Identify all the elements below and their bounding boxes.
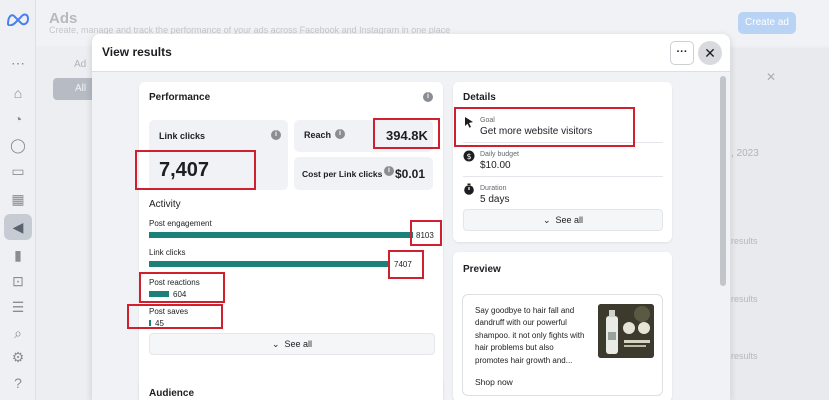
content-icon[interactable]: ▭ xyxy=(9,162,27,180)
view-results-dialog: View results ··· ✕ Performance i Link cl… xyxy=(92,34,730,400)
highlight-box xyxy=(127,304,223,329)
see-all-label: See all xyxy=(555,215,584,225)
home-icon[interactable]: ⌂ xyxy=(9,84,27,102)
daily-budget-label: Daily budget xyxy=(480,151,519,158)
activity-label: Link clicks xyxy=(149,248,186,257)
commerce-icon[interactable]: ⊡ xyxy=(9,272,27,290)
cost-per-click-label: Cost per Link clicks xyxy=(302,169,383,179)
link-clicks-label: Link clicks xyxy=(159,131,206,141)
info-icon[interactable]: i xyxy=(335,129,345,139)
highlight-box xyxy=(454,107,635,147)
row-results: results xyxy=(731,236,758,246)
ad-preview[interactable]: Say goodbye to hair fall and dandruff wi… xyxy=(462,294,663,396)
all-tools-icon[interactable]: ☰ xyxy=(9,298,27,316)
divider xyxy=(463,176,663,177)
highlight-box xyxy=(373,118,440,149)
dismiss-icon[interactable]: ✕ xyxy=(766,70,776,84)
insights-icon[interactable]: ▮ xyxy=(9,246,27,264)
planner-icon[interactable]: ▦ xyxy=(9,190,27,208)
ad-primary-text: Say goodbye to hair fall and dandruff wi… xyxy=(475,306,585,365)
dialog-title: View results xyxy=(102,45,172,59)
cost-per-click-value: $0.01 xyxy=(395,167,426,181)
help-icon[interactable]: ? xyxy=(9,374,27,392)
tab-all[interactable]: All xyxy=(53,78,97,100)
budget-icon: $ xyxy=(463,150,475,162)
post-engagement-bar xyxy=(149,232,413,238)
create-ad-button[interactable]: Create ad xyxy=(738,12,796,34)
more-options-button[interactable]: ··· xyxy=(670,41,694,65)
preview-card: Preview Say goodbye to hair fall and dan… xyxy=(453,252,672,400)
stopwatch-icon xyxy=(464,183,474,195)
details-title: Details xyxy=(463,92,496,103)
tab-ad[interactable]: Ad xyxy=(74,54,86,76)
sidebar: ⋯ ⌂ ◔ ◯ ▭ ▦ ◀ ▮ ⊡ ☰ ⌕ ⚙ ? xyxy=(0,0,36,400)
row-results: results xyxy=(731,351,758,361)
highlight-box xyxy=(388,250,424,279)
chevron-down-icon: ⌄ xyxy=(271,339,280,349)
highlight-box xyxy=(410,220,442,246)
audience-card: Audience xyxy=(139,378,443,400)
meta-logo-icon xyxy=(6,13,30,26)
date-range[interactable]: , 2023 xyxy=(731,148,759,159)
shop-now-button[interactable]: Shop now xyxy=(475,377,513,387)
scrollbar[interactable] xyxy=(720,76,726,286)
performance-see-all-button[interactable]: ⌄ See all xyxy=(149,333,435,355)
info-icon[interactable]: i xyxy=(271,130,281,140)
activity-label: Post engagement xyxy=(149,219,212,228)
ads-icon[interactable]: ◀ xyxy=(4,214,32,240)
search-icon[interactable]: ⌕ xyxy=(9,324,27,342)
preview-title: Preview xyxy=(463,264,501,275)
duration-value: 5 days xyxy=(480,194,510,205)
see-all-label: See all xyxy=(284,339,313,349)
performance-title: Performance xyxy=(149,92,211,103)
highlight-box xyxy=(139,272,225,303)
notifications-icon[interactable]: ◔ xyxy=(9,110,27,128)
cost-per-click-metric: Cost per Link clicks i $0.01 xyxy=(294,157,433,190)
row-results: results xyxy=(731,294,758,304)
details-card: Details Goal Get more website visitors $… xyxy=(453,82,672,242)
dialog-header: View results ··· ✕ xyxy=(92,34,730,72)
info-icon[interactable]: i xyxy=(423,92,433,102)
audience-title: Audience xyxy=(149,388,195,399)
info-icon[interactable]: i xyxy=(384,166,394,176)
messages-icon[interactable]: ◯ xyxy=(9,136,27,154)
svg-text:$: $ xyxy=(466,152,471,161)
settings-icon[interactable]: ⚙ xyxy=(9,348,27,366)
ad-product-image xyxy=(598,304,654,358)
close-button[interactable]: ✕ xyxy=(698,41,722,65)
link-clicks-bar xyxy=(149,261,390,267)
daily-budget-value: $10.00 xyxy=(480,160,511,171)
chevron-down-icon: ⌄ xyxy=(542,215,551,225)
shampoo-bottle-image xyxy=(598,304,654,358)
duration-label: Duration xyxy=(480,185,507,192)
side-panel xyxy=(731,48,829,400)
menu-dots-icon[interactable]: ⋯ xyxy=(9,54,27,72)
activity-title: Activity xyxy=(149,199,181,210)
reach-label: Reach xyxy=(304,130,332,140)
highlight-box xyxy=(135,150,256,190)
details-see-all-button[interactable]: ⌄ See all xyxy=(463,209,663,231)
